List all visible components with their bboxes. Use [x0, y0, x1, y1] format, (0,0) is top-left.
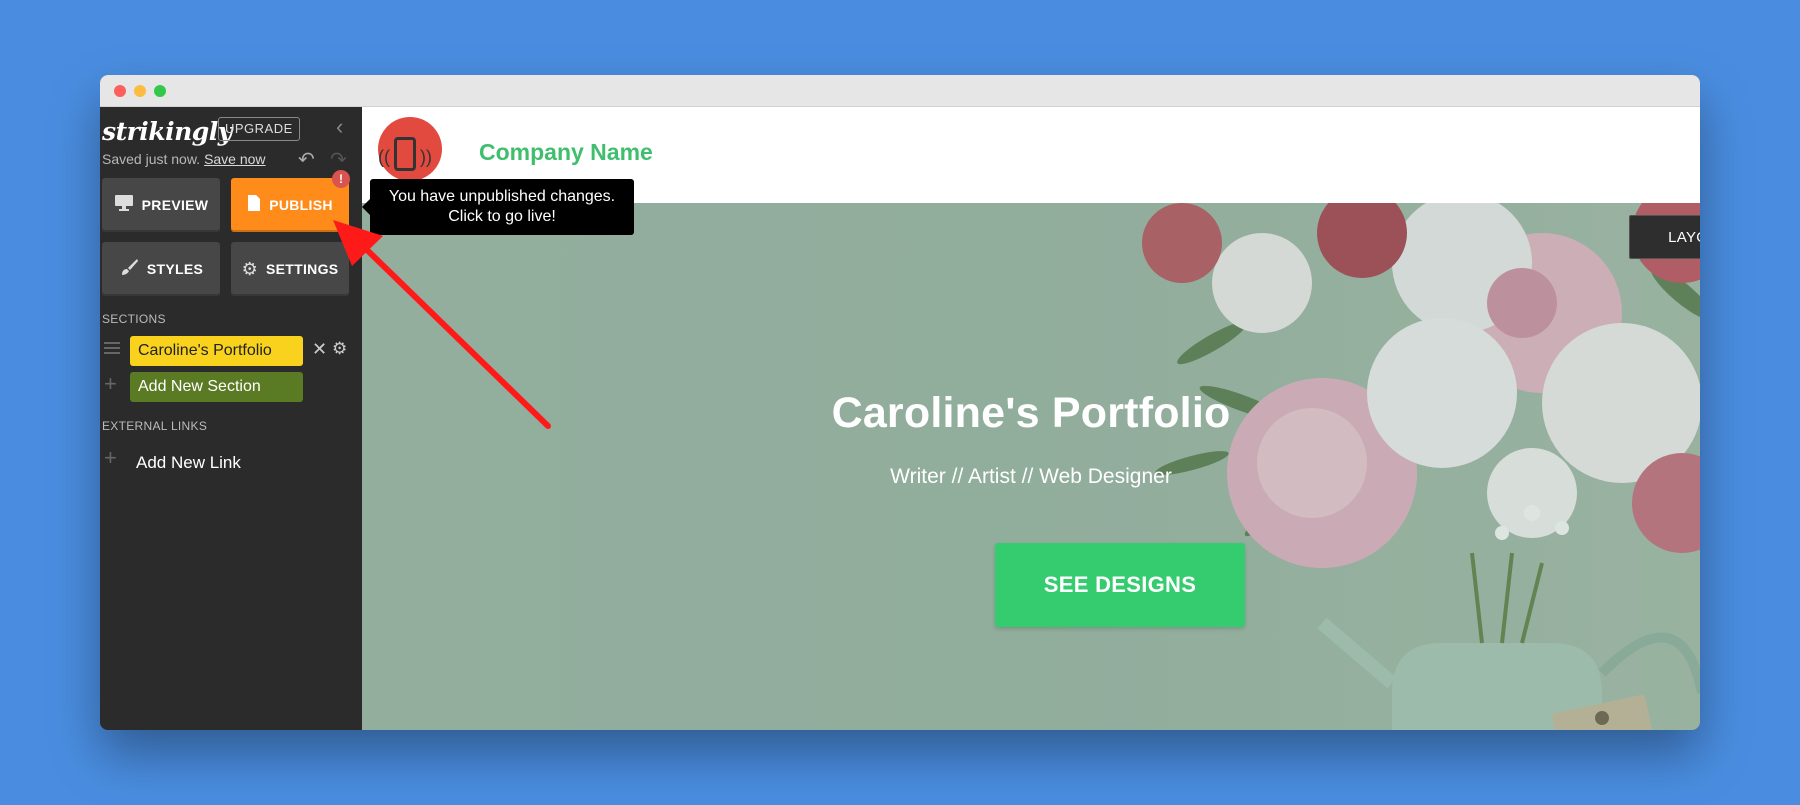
hero-section[interactable]: Caroline's Portfolio Writer // Artist //… [362, 203, 1700, 730]
minimize-window-button[interactable] [134, 85, 146, 97]
layout-label: LAYOUT [1668, 228, 1700, 246]
section-item-carolines-portfolio[interactable]: Caroline's Portfolio [130, 336, 303, 366]
section-settings-icon[interactable]: ⚙ [332, 339, 347, 359]
delete-section-icon[interactable]: ✕ [312, 339, 327, 360]
sound-wave-icon: )) [420, 147, 432, 167]
styles-button[interactable]: STYLES [102, 242, 220, 296]
hero-subtitle[interactable]: Writer // Artist // Web Designer [362, 465, 1700, 489]
monitor-icon [114, 194, 134, 217]
publish-label: PUBLISH [269, 197, 333, 213]
maximize-window-button[interactable] [154, 85, 166, 97]
browser-window: strikingly UPGRADE ‹ Saved just now. Save… [100, 75, 1700, 730]
undo-icon[interactable]: ↶ [298, 147, 315, 172]
tooltip-line-1: You have unpublished changes. [388, 188, 616, 205]
save-now-link[interactable]: Save now [204, 151, 265, 167]
sound-wave-icon: (( [378, 147, 390, 167]
layout-button[interactable]: LAYOUT B [1629, 215, 1700, 259]
gear-icon: ⚙ [241, 258, 258, 279]
collapse-sidebar-icon[interactable]: ‹ [336, 115, 343, 139]
sections-header: SECTIONS [102, 312, 166, 326]
see-designs-button[interactable]: SEE DESIGNS [995, 543, 1245, 627]
close-window-button[interactable] [114, 85, 126, 97]
unpublished-alert-badge: ! [332, 170, 350, 188]
hero-title[interactable]: Caroline's Portfolio [362, 389, 1700, 438]
add-new-section-button[interactable]: Add New Section [130, 372, 303, 402]
upgrade-button[interactable]: UPGRADE [218, 117, 300, 141]
external-links-header: EXTERNAL LINKS [102, 419, 208, 433]
drag-handle-icon[interactable] [104, 342, 120, 357]
save-status: Saved just now. Save now [102, 151, 266, 167]
plus-icon[interactable]: + [104, 371, 117, 397]
add-new-link-button[interactable]: Add New Link [136, 453, 241, 473]
publish-button[interactable]: PUBLISH [231, 178, 349, 232]
preview-button[interactable]: PREVIEW [102, 178, 220, 232]
phone-icon [394, 137, 416, 171]
plus-icon[interactable]: + [104, 445, 117, 471]
strikingly-logo[interactable]: strikingly [102, 117, 232, 146]
preview-label: PREVIEW [141, 197, 209, 213]
settings-button[interactable]: ⚙ SETTINGS [231, 242, 349, 296]
saved-status-text: Saved just now. [102, 151, 201, 167]
paintbrush-icon [119, 257, 139, 282]
editor-sidebar: strikingly UPGRADE ‹ Saved just now. Save… [100, 107, 362, 730]
document-icon [247, 194, 261, 217]
redo-icon[interactable]: ↷ [330, 147, 347, 172]
settings-label: SETTINGS [266, 261, 339, 277]
company-name[interactable]: Company Name [479, 139, 653, 166]
styles-label: STYLES [146, 261, 204, 277]
tooltip-line-2: Click to go live! [448, 208, 556, 225]
unpublished-changes-tooltip: You have unpublished changes. Click to g… [362, 179, 634, 235]
window-titlebar [100, 75, 1700, 107]
